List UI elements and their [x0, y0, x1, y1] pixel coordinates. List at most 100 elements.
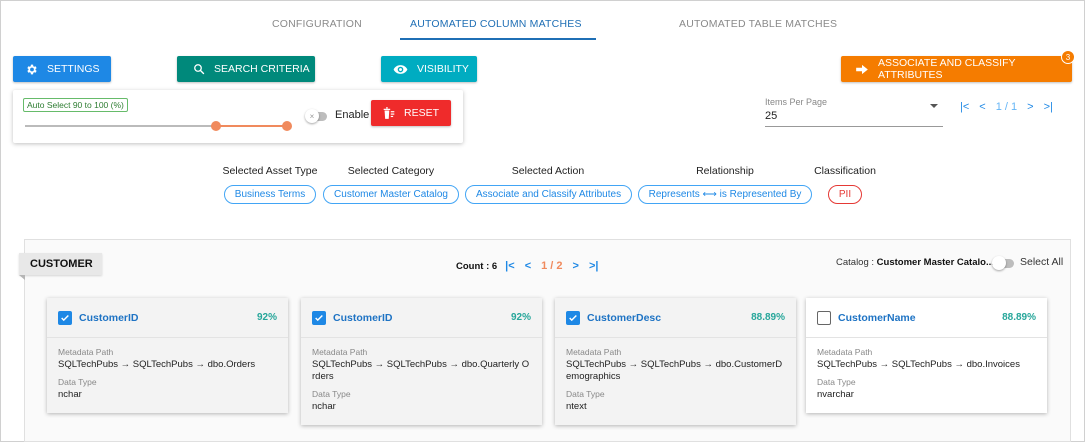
card-column-name[interactable]: CustomerDesc	[587, 312, 751, 324]
filter-asset-type-chip[interactable]: Business Terms	[223, 185, 317, 204]
search-criteria-label: SEARCH CRITERIA	[214, 63, 310, 75]
card-header: CustomerID 92%	[47, 298, 288, 338]
tab-configuration[interactable]: CONFIGURATION	[272, 18, 362, 30]
select-all-label: Select All	[1020, 256, 1064, 268]
section-last-page-button[interactable]: >|	[589, 260, 599, 272]
reset-label: RESET	[404, 107, 440, 119]
data-type-label: Data Type	[58, 377, 97, 387]
auto-select-slider-fill	[216, 125, 287, 127]
card-match-score: 92%	[510, 312, 531, 323]
auto-select-panel: Auto Select 90 to 100 (%) × Enable RESET	[13, 90, 463, 143]
visibility-label: VISIBILITY	[417, 63, 469, 75]
reset-button[interactable]: RESET	[371, 100, 451, 126]
metadata-path-label: Metadata Path	[566, 347, 622, 357]
gear-icon	[25, 63, 38, 76]
top-pager: |< < 1 / 1 > >|	[960, 101, 1063, 113]
toggle-knob: ×	[305, 109, 319, 123]
data-type-label: Data Type	[566, 389, 605, 399]
data-type-label: Data Type	[817, 377, 856, 387]
card-checkbox[interactable]	[312, 310, 326, 325]
first-page-button[interactable]: |<	[960, 101, 969, 113]
metadata-path-value: SQLTechPubs → SQLTechPubs → dbo.Quarterl…	[312, 359, 530, 382]
search-icon	[193, 63, 205, 75]
filter-relationship-label: Relationship	[696, 165, 754, 177]
search-criteria-button[interactable]: SEARCH CRITERIA	[177, 56, 315, 82]
section-pager: |< < 1 / 2 > >|	[505, 260, 608, 272]
match-card[interactable]: CustomerID 92% Metadata Path SQLTechPubs…	[301, 298, 542, 425]
section-next-page-button[interactable]: >	[573, 260, 579, 272]
metadata-path-label: Metadata Path	[58, 347, 114, 357]
section-page-indicator: 1 / 2	[541, 260, 563, 272]
items-per-page-underline	[765, 126, 943, 127]
filter-asset-type-label: Selected Asset Type	[222, 165, 318, 177]
prev-page-button[interactable]: <	[979, 101, 985, 113]
filter-relationship-chip[interactable]: Represents ⟷ is Represented By	[637, 185, 813, 204]
settings-button[interactable]: SETTINGS	[13, 56, 111, 82]
filter-action-chip[interactable]: Associate and Classify Attributes	[465, 185, 633, 204]
metadata-path-label: Metadata Path	[312, 347, 368, 357]
ribbon-fold	[19, 275, 25, 280]
card-checkbox[interactable]	[817, 310, 831, 325]
section-first-page-button[interactable]: |<	[505, 260, 515, 272]
auto-select-slider-thumb-low[interactable]	[211, 121, 222, 131]
settings-label: SETTINGS	[47, 63, 100, 75]
card-header: CustomerID 92%	[301, 298, 542, 338]
section-prev-page-button[interactable]: <	[525, 260, 531, 272]
chevron-down-icon[interactable]	[930, 104, 938, 108]
last-page-button[interactable]: >|	[1044, 101, 1053, 113]
card-match-score: 88.89%	[751, 312, 785, 323]
data-type-value: nchar	[58, 389, 82, 400]
card-column-name[interactable]: CustomerID	[79, 312, 257, 324]
match-card[interactable]: CustomerID 92% Metadata Path SQLTechPubs…	[47, 298, 288, 413]
card-checkbox[interactable]	[566, 310, 580, 325]
filter-asset-type: Selected Asset Type Business Terms	[222, 165, 318, 204]
catalog-label: Catalog :	[836, 257, 877, 268]
page-indicator: 1 / 1	[995, 101, 1018, 113]
checkmark-icon	[569, 314, 577, 321]
enable-label: Enable	[335, 109, 370, 121]
visibility-button[interactable]: VISIBILITY	[381, 56, 477, 82]
select-all-toggle[interactable]	[992, 256, 1014, 270]
items-per-page-select[interactable]: 25	[765, 110, 777, 122]
filter-category: Selected Category Customer Master Catalo…	[322, 165, 460, 204]
filter-action: Selected Action Associate and Classify A…	[465, 165, 633, 204]
auto-select-slider-thumb-high[interactable]	[282, 121, 292, 131]
filter-action-label: Selected Action	[511, 165, 585, 177]
card-column-name[interactable]: CustomerID	[333, 312, 511, 324]
tab-automated-table-matches[interactable]: AUTOMATED TABLE MATCHES	[679, 18, 837, 30]
count-label: Count : 6	[456, 260, 498, 272]
metadata-path-value: SQLTechPubs → SQLTechPubs → dbo.Customer…	[566, 359, 783, 382]
data-type-value: nvarchar	[817, 389, 854, 400]
arrow-right-icon	[855, 64, 869, 75]
metadata-path-value: SQLTechPubs → SQLTechPubs → dbo.Orders	[58, 359, 256, 370]
selection-count-badge: 3	[1061, 50, 1075, 64]
card-body: Metadata Path SQLTechPubs → SQLTechPubs …	[806, 338, 1047, 413]
checkmark-icon	[61, 314, 69, 321]
select-all-toggle-knob	[992, 256, 1006, 270]
data-type-value: nchar	[312, 401, 336, 412]
filter-category-chip[interactable]: Customer Master Catalog	[323, 185, 459, 204]
data-type-value: ntext	[566, 401, 587, 412]
card-header: CustomerDesc 88.89%	[555, 298, 796, 338]
metadata-path-value: SQLTechPubs → SQLTechPubs → dbo.Invoices	[817, 359, 1020, 370]
next-page-button[interactable]: >	[1027, 101, 1033, 113]
match-card[interactable]: CustomerName 88.89% Metadata Path SQLTec…	[806, 298, 1047, 413]
enable-toggle[interactable]: ×	[305, 109, 327, 123]
card-checkbox[interactable]	[58, 310, 72, 325]
filter-relationship: Relationship Represents ⟷ is Represented…	[636, 165, 814, 204]
auto-select-range-label: Auto Select 90 to 100 (%)	[23, 98, 128, 112]
associate-classify-button[interactable]: ASSOCIATE AND CLASSIFY ATTRIBUTES 3	[841, 50, 1075, 82]
card-body: Metadata Path SQLTechPubs → SQLTechPubs …	[555, 338, 796, 425]
card-match-score: 92%	[256, 312, 277, 323]
card-column-name[interactable]: CustomerName	[838, 312, 1002, 324]
checkmark-icon	[315, 314, 323, 321]
catalog-info: Catalog : Customer Master Catalo...	[836, 257, 994, 268]
section-title: CUSTOMER	[19, 253, 102, 275]
filter-classification-chip[interactable]: PII	[827, 185, 863, 204]
data-type-label: Data Type	[312, 389, 351, 399]
filter-classification: Classification PII	[805, 165, 885, 204]
match-card[interactable]: CustomerDesc 88.89% Metadata Path SQLTec…	[555, 298, 796, 425]
card-body: Metadata Path SQLTechPubs → SQLTechPubs …	[47, 338, 288, 413]
card-match-score: 88.89%	[1002, 312, 1036, 323]
tab-automated-column-matches[interactable]: AUTOMATED COLUMN MATCHES	[410, 18, 582, 30]
